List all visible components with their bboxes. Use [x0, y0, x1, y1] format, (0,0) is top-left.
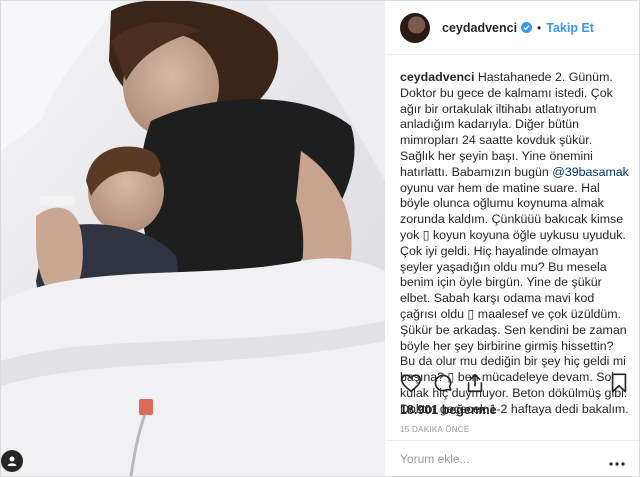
post-header: ceydadvenci • Takip Et	[386, 1, 639, 55]
caption-author[interactable]: ceydadvenci	[400, 70, 474, 84]
post-sidebar: ceydadvenci • Takip Et ceydadvenci Hasta…	[386, 1, 639, 476]
comment-bar	[386, 440, 639, 477]
post-photo[interactable]	[1, 1, 385, 476]
heart-icon[interactable]	[400, 372, 422, 399]
comment-icon[interactable]	[432, 372, 454, 399]
caption-mention-link[interactable]: @39basamak	[552, 165, 629, 179]
instagram-post: ceydadvenci • Takip Et ceydadvenci Hasta…	[0, 0, 640, 477]
user-tag-icon[interactable]	[1, 450, 23, 472]
username-link[interactable]: ceydadvenci	[442, 21, 517, 35]
comment-input[interactable]	[400, 449, 600, 469]
verified-badge-icon	[521, 22, 533, 33]
bookmark-icon[interactable]	[608, 372, 630, 399]
separator-dot: •	[537, 20, 542, 35]
share-icon[interactable]	[464, 372, 486, 399]
caption-text-part-1: Hastahanede 2. Günüm. Doktor bu gece de …	[400, 70, 613, 179]
avatar[interactable]	[400, 12, 430, 43]
post-image	[1, 1, 385, 476]
more-icon[interactable]	[609, 453, 625, 471]
action-bar	[400, 372, 630, 398]
post-caption: ceydadvenci Hastahanede 2. Günüm. Doktor…	[400, 70, 630, 418]
likes-count[interactable]: 18.901 beğenme	[400, 403, 497, 417]
post-timestamp: 15 DAKİKA ÖNCE	[400, 425, 470, 434]
follow-button[interactable]: Takip Et	[546, 21, 594, 35]
